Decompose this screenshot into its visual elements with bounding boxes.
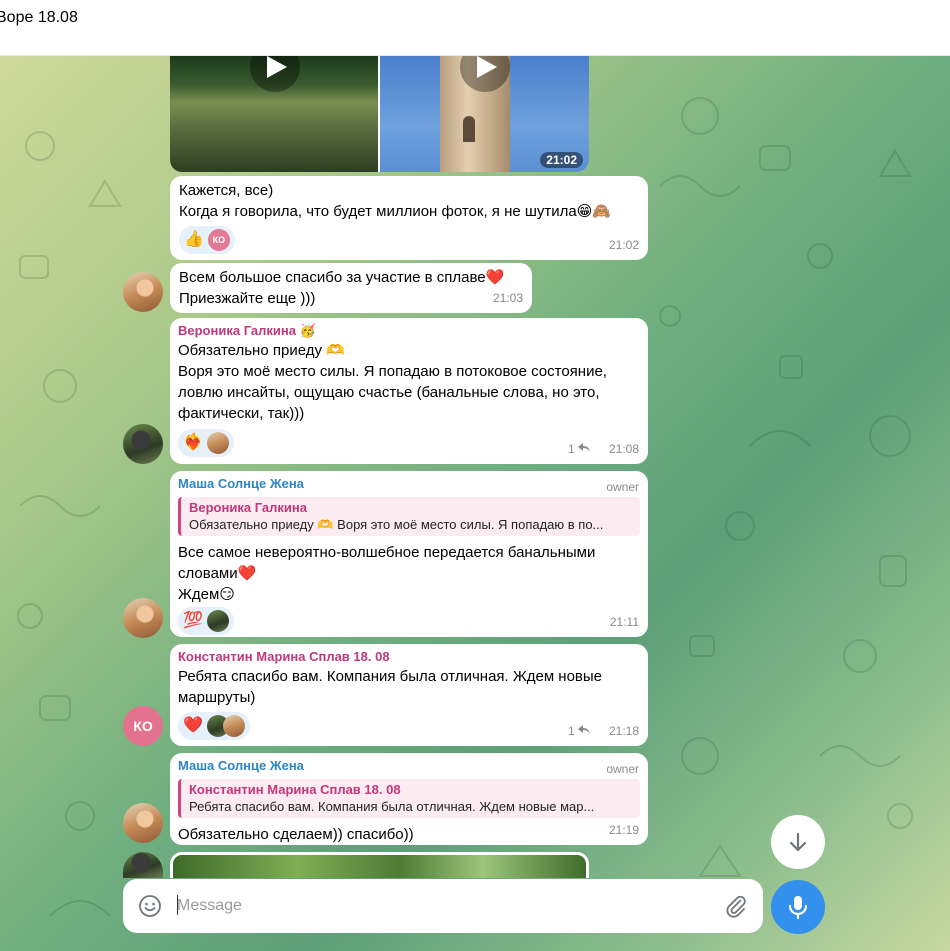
owner-badge: owner bbox=[606, 480, 639, 494]
sender-name[interactable]: Константин Марина Сплав 18. 08 bbox=[178, 648, 640, 666]
reply-quote[interactable]: Константин Марина Сплав 18. 08 Ребята сп… bbox=[178, 779, 640, 818]
message-time: 21:03 bbox=[492, 291, 523, 305]
message-text-line: ловлю инсайты, ощущаю счастье (банальные… bbox=[178, 384, 600, 401]
reaction-emoji: ❤️‍🔥 bbox=[183, 434, 203, 451]
chat-header: Воре 18.08 bbox=[0, 0, 950, 56]
reply-arrow-icon bbox=[578, 443, 590, 452]
attach-button[interactable] bbox=[724, 894, 748, 918]
reaction-thumbs-up[interactable]: 👍 КО bbox=[179, 226, 235, 254]
message-text-line: маршруты) bbox=[178, 689, 256, 706]
message-composer bbox=[123, 879, 763, 933]
avatar[interactable] bbox=[123, 803, 163, 843]
reaction-emoji: ❤️ bbox=[183, 717, 203, 734]
message-bubble[interactable]: Всем большое спасибо за участие в сплаве… bbox=[170, 263, 532, 313]
message-text-line: Обязательно сделаем)) спасибо)) bbox=[178, 826, 414, 843]
reactor-avatar bbox=[206, 610, 229, 632]
reactor-avatar bbox=[206, 432, 229, 454]
message-time: 21:19 bbox=[608, 823, 639, 837]
sender-name[interactable]: Маша Солнце Жена bbox=[178, 757, 640, 775]
message-time: 21:11 bbox=[609, 615, 639, 629]
avatar[interactable]: КО bbox=[123, 706, 163, 746]
message-text-line: Все самое невероятно-волшебное передаетс… bbox=[178, 544, 596, 561]
reactions-row: 💯 bbox=[178, 607, 640, 635]
quote-text: Ребята спасибо вам. Компания была отличн… bbox=[189, 799, 595, 814]
message-text-line: Воря это моё место силы. Я попадаю в пот… bbox=[178, 363, 607, 380]
message-input[interactable] bbox=[177, 892, 697, 920]
message-text-line: Ребята спасибо вам. Компания была отличн… bbox=[178, 668, 603, 685]
play-icon bbox=[477, 56, 497, 78]
message-time: 21:18 bbox=[608, 724, 639, 738]
message-text-line: фактически, так))) bbox=[178, 405, 305, 422]
message-text-line: Всем большое спасибо за участие в сплаве… bbox=[179, 269, 505, 286]
bell-tower-window bbox=[463, 116, 475, 142]
message-text-line: Кажется, все) bbox=[179, 182, 274, 199]
message-bubble[interactable]: Константин Марина Сплав 18. 08 Ребята сп… bbox=[170, 644, 648, 746]
reaction-heart[interactable]: ❤️ bbox=[178, 712, 250, 740]
reply-count[interactable]: 1 bbox=[568, 439, 590, 460]
smile-icon bbox=[139, 895, 161, 917]
play-icon bbox=[267, 56, 287, 78]
reaction-emoji: 💯 bbox=[183, 612, 203, 629]
media-timestamp: 21:02 bbox=[540, 152, 583, 168]
microphone-icon bbox=[788, 896, 808, 920]
quote-author: Вероника Галкина bbox=[189, 500, 307, 515]
message-time: 21:02 bbox=[608, 238, 639, 252]
avatar[interactable] bbox=[123, 424, 163, 464]
play-button[interactable] bbox=[250, 56, 300, 92]
reactions-row: 👍 КО bbox=[179, 226, 639, 254]
reply-count-number: 1 bbox=[567, 442, 575, 456]
reply-count-number: 1 bbox=[567, 724, 575, 738]
reactor-avatar bbox=[222, 715, 245, 737]
emoji-button[interactable] bbox=[138, 894, 162, 918]
quote-author: Константин Марина Сплав 18. 08 bbox=[189, 782, 401, 797]
sender-name[interactable]: Маша Солнце Жена bbox=[178, 475, 640, 493]
message-text-line: словами❤️ bbox=[178, 565, 257, 582]
owner-badge: owner bbox=[606, 762, 639, 776]
avatar[interactable] bbox=[123, 598, 163, 638]
message-bubble[interactable]: Кажется, все) Когда я говорила, что буде… bbox=[170, 176, 648, 260]
reaction-heart-fire[interactable]: ❤️‍🔥 bbox=[178, 429, 234, 457]
reply-arrow-icon bbox=[578, 725, 590, 734]
media-album[interactable]: 21:02 bbox=[170, 56, 589, 172]
avatar[interactable] bbox=[123, 272, 163, 312]
reply-count[interactable]: 1 bbox=[568, 721, 590, 742]
scroll-down-button[interactable] bbox=[771, 815, 825, 869]
voice-record-button[interactable] bbox=[771, 880, 825, 934]
paperclip-icon bbox=[726, 895, 746, 918]
message-text-line: Обязательно приеду 🫶 bbox=[178, 342, 345, 359]
message-text-line: Приезжайте еще ))) bbox=[179, 290, 316, 307]
message-bubble[interactable]: Маша Солнце Жена owner Константин Марина… bbox=[170, 753, 648, 845]
message-time: 21:08 bbox=[608, 442, 639, 456]
reply-quote[interactable]: Вероника Галкина Обязательно приеду 🫶 Во… bbox=[178, 497, 640, 536]
arrow-down-icon bbox=[789, 832, 807, 852]
photo-message-partial[interactable] bbox=[170, 852, 589, 878]
message-text-line: Ждем😏 bbox=[178, 586, 235, 603]
text-cursor bbox=[177, 895, 178, 915]
message-bubble[interactable]: Вероника Галкина 🥳 Обязательно приеду 🫶 … bbox=[170, 318, 648, 464]
video-thumbnail-river[interactable] bbox=[170, 56, 378, 172]
reaction-hundred[interactable]: 💯 bbox=[178, 607, 234, 635]
message-bubble[interactable]: Маша Солнце Жена owner Вероника Галкина … bbox=[170, 471, 648, 637]
sender-name[interactable]: Вероника Галкина 🥳 bbox=[178, 322, 640, 340]
chat-title[interactable]: Воре 18.08 bbox=[0, 9, 78, 27]
reactor-avatar: КО bbox=[207, 229, 230, 251]
message-text-line: Когда я говорила, что будет миллион фото… bbox=[179, 203, 612, 220]
quote-text: Обязательно приеду 🫶 Воря это моё место … bbox=[189, 517, 604, 532]
video-thumbnail-bell-tower[interactable]: 21:02 bbox=[380, 56, 589, 172]
reaction-emoji: 👍 bbox=[184, 231, 204, 248]
